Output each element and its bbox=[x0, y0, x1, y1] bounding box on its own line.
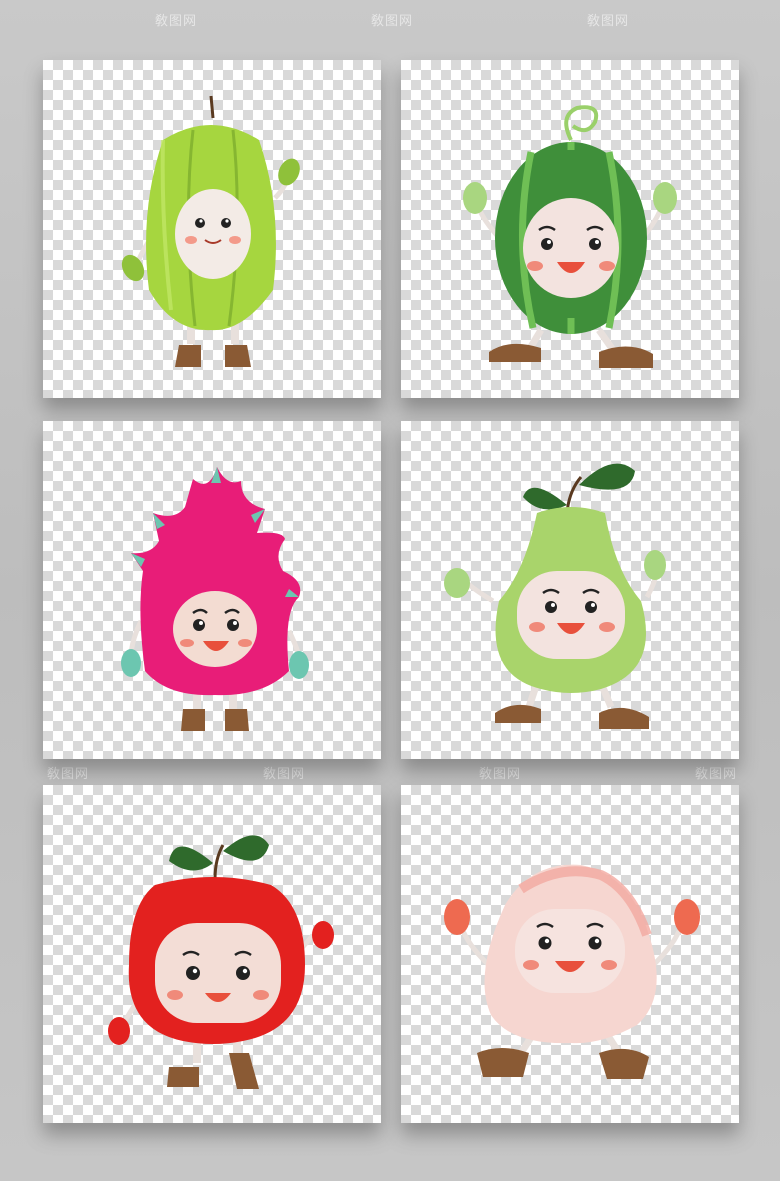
watermark-3: 敎图网 bbox=[587, 14, 630, 29]
watermark-1: 敎图网 bbox=[155, 14, 198, 29]
watermelon-character bbox=[463, 105, 677, 368]
card-peach bbox=[401, 785, 739, 1123]
dragon-fruit-character bbox=[121, 467, 309, 731]
page: { "watermark": "敎图网", "characters": [ {"… bbox=[0, 0, 780, 1181]
apple-character bbox=[108, 835, 334, 1089]
card-dragon-fruit bbox=[43, 421, 381, 759]
watermark-5: 敎图网 bbox=[263, 767, 306, 782]
pear-character bbox=[444, 463, 666, 729]
card-star-fruit bbox=[43, 60, 381, 398]
watermark-4: 敎图网 bbox=[47, 767, 90, 782]
watermark-7: 敎图网 bbox=[695, 767, 738, 782]
card-watermelon bbox=[401, 60, 739, 398]
star-fruit-character bbox=[121, 95, 300, 367]
watermark-2: 敎图网 bbox=[371, 14, 414, 29]
peach-character bbox=[444, 864, 700, 1079]
card-pear bbox=[401, 421, 739, 759]
card-apple bbox=[43, 785, 381, 1123]
watermark-6: 敎图网 bbox=[479, 767, 522, 782]
